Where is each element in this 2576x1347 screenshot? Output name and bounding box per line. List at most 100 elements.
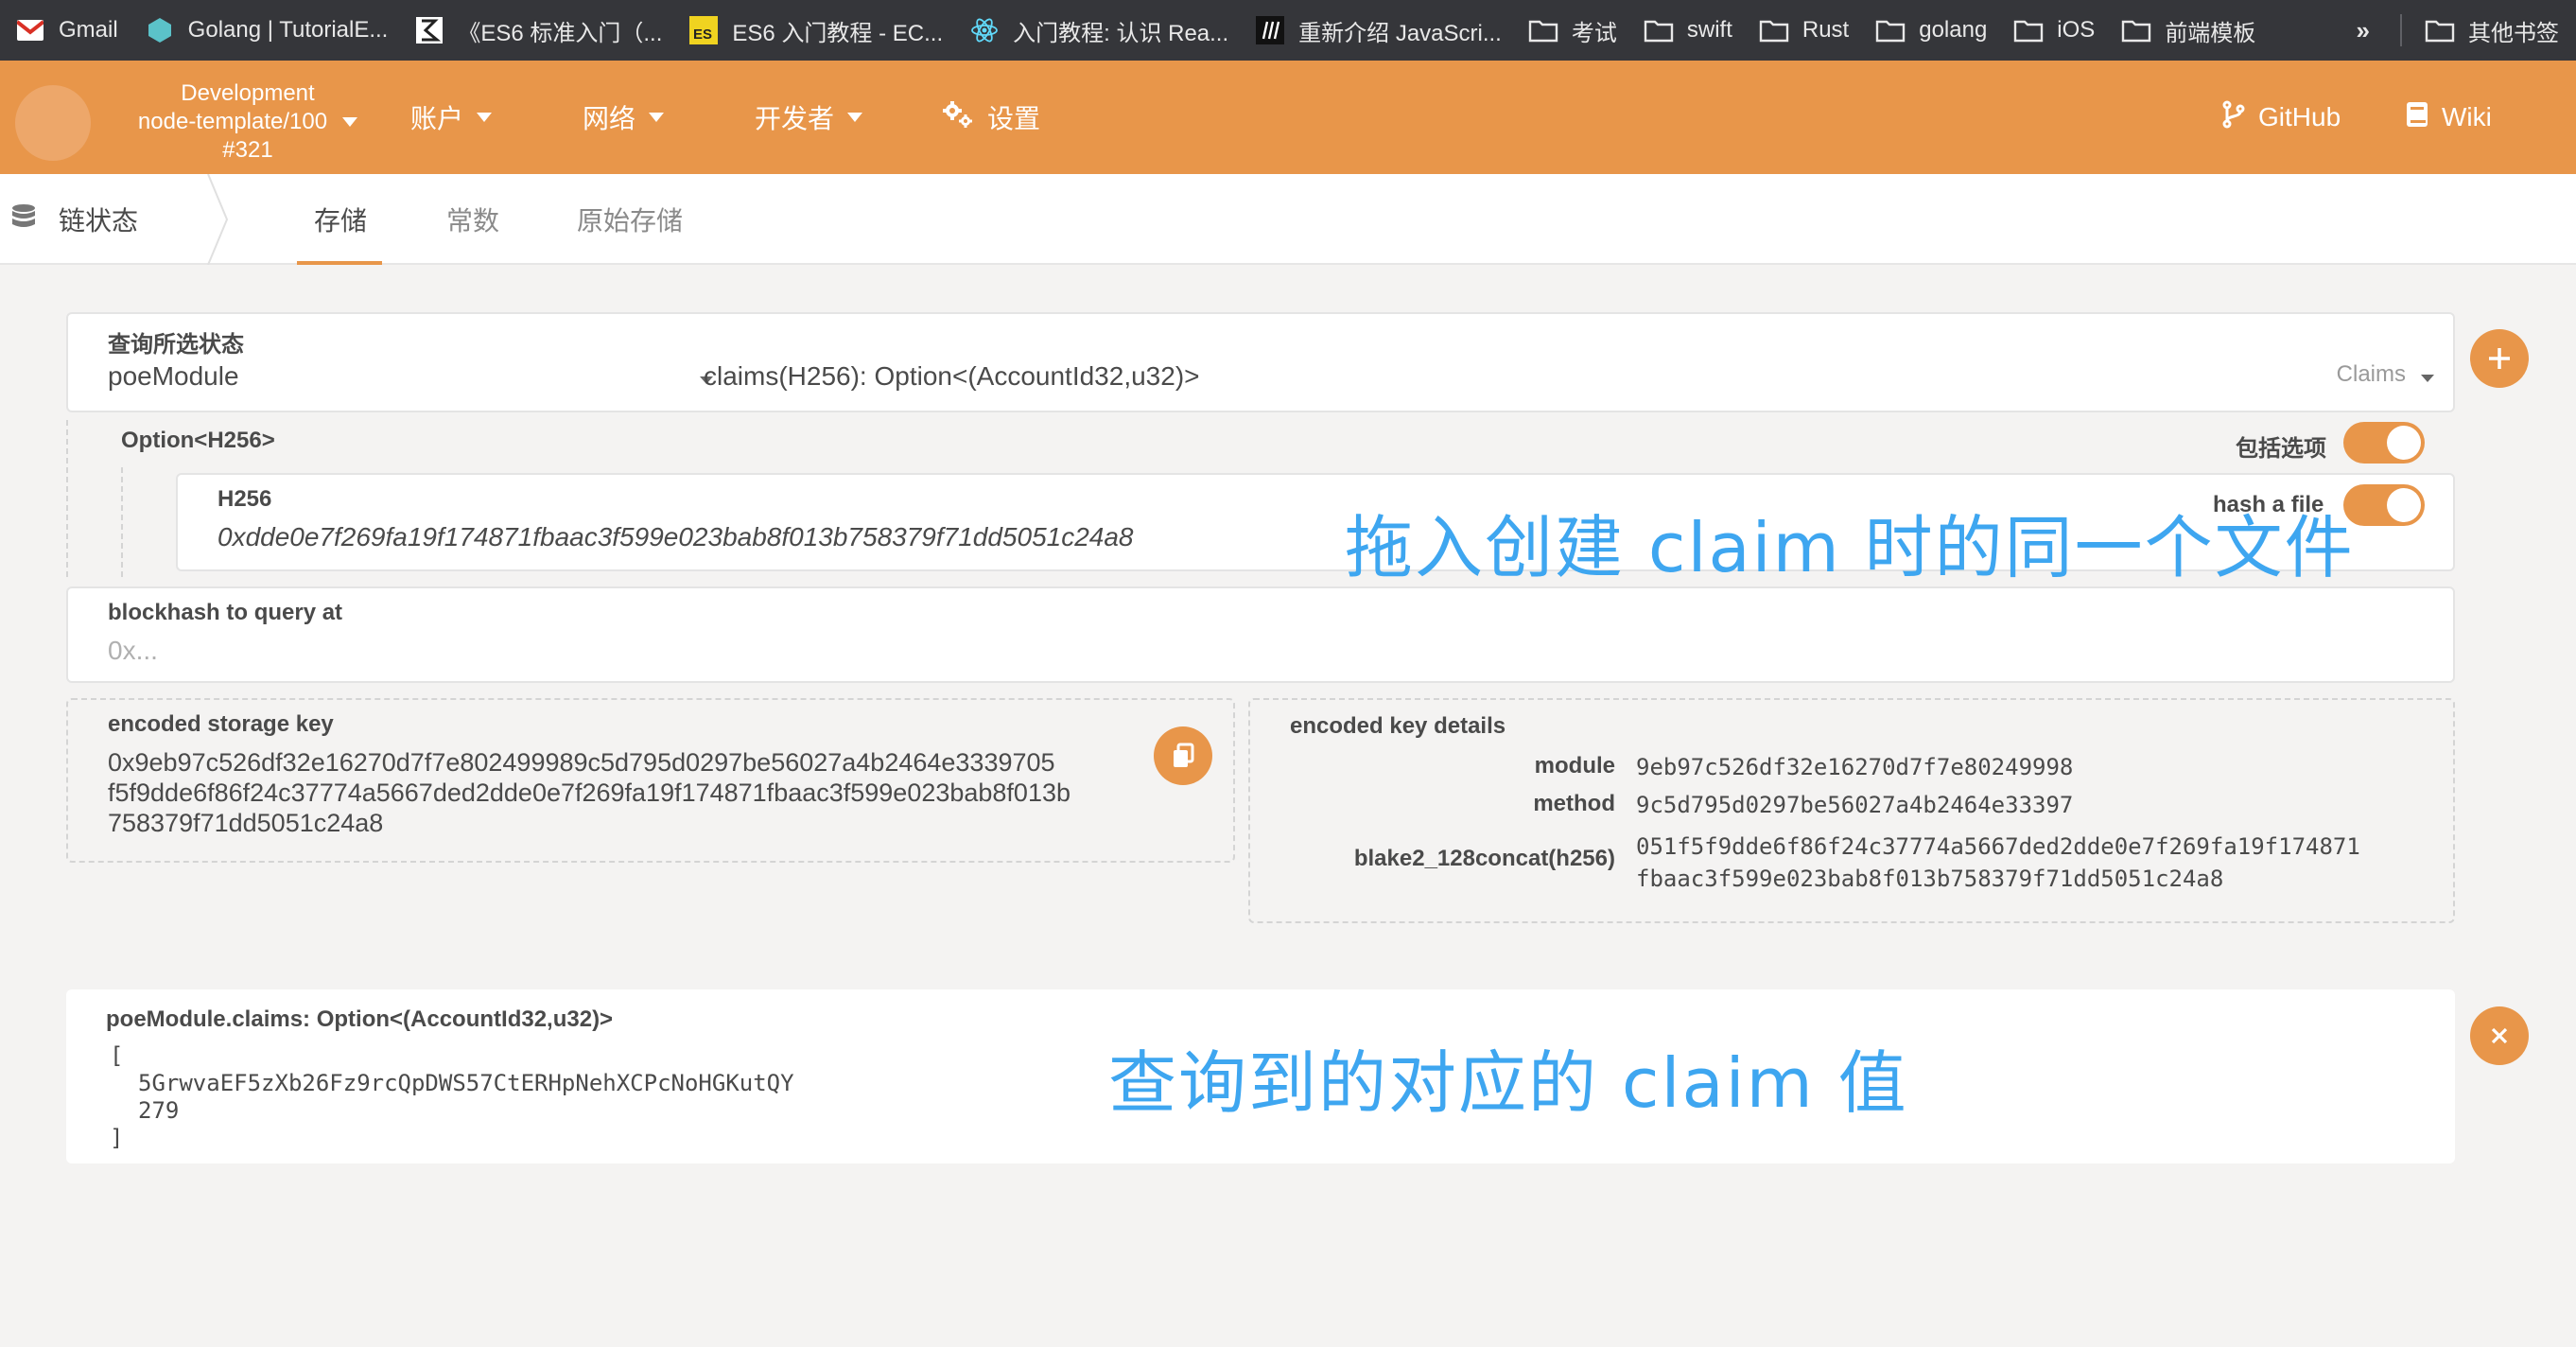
bookmarks-bar: Gmail Golang | TutorialE... 《ES6 标准入门（..… bbox=[0, 0, 2576, 61]
method-short-label: Claims bbox=[2336, 361, 2406, 387]
module-value: 9eb97c526df32e16270d7f7e80249998 bbox=[1636, 754, 2074, 780]
encoded-key-value: 0x9eb97c526df32e16270d7f7e802499989c5d79… bbox=[108, 748, 1070, 837]
mdn-icon bbox=[1255, 15, 1285, 45]
chain-logo[interactable] bbox=[15, 85, 91, 161]
chevron-down-icon bbox=[2421, 375, 2434, 382]
bookmark-react[interactable]: 入门教程: 认识 Rea... bbox=[960, 0, 1245, 61]
bookmarks-divider bbox=[2400, 14, 2402, 46]
toggle-knob bbox=[2387, 426, 2421, 460]
folder-icon bbox=[2013, 15, 2044, 45]
database-icon bbox=[11, 203, 36, 236]
nested-param-guide-line bbox=[121, 467, 125, 577]
blockhash-card: blockhash to query at 0x... bbox=[66, 586, 2455, 683]
h256-label: H256 bbox=[218, 486, 272, 512]
node-version: node-template/100 bbox=[137, 109, 328, 134]
remove-query-button[interactable] bbox=[2470, 1006, 2529, 1065]
section-chain-state[interactable]: 链状态 bbox=[11, 174, 138, 265]
gmail-icon bbox=[15, 15, 45, 45]
plus-icon bbox=[2489, 348, 2510, 369]
nav-accounts[interactable]: 账户 bbox=[410, 61, 493, 174]
folder-icon bbox=[2121, 15, 2151, 45]
key-details-card: encoded key details module 9eb97c526df32… bbox=[1248, 698, 2455, 923]
include-option-toggle[interactable] bbox=[2343, 422, 2425, 464]
close-icon bbox=[2491, 1027, 2508, 1044]
app-header: Development node-template/100 #321 账户 网络… bbox=[0, 61, 2576, 174]
folder-icon bbox=[1528, 15, 1558, 45]
chain-selector[interactable]: Development node-template/100 #321 bbox=[112, 79, 384, 165]
add-query-button[interactable] bbox=[2470, 329, 2529, 388]
block-number: #321 bbox=[222, 137, 273, 163]
bookmark-other[interactable]: 其他书签 bbox=[2415, 0, 2576, 61]
toggle-knob bbox=[2387, 488, 2421, 522]
folder-icon bbox=[1644, 15, 1674, 45]
bookmark-folder-rust[interactable]: Rust bbox=[1749, 0, 1866, 61]
encoded-key-label: encoded storage key bbox=[108, 711, 334, 737]
option-param-label: Option<H256> bbox=[121, 428, 275, 453]
hasher-value: 051f5f9dde6f86f24c37774a5667ded2dde0e7f2… bbox=[1636, 833, 2360, 892]
chain-name: Development bbox=[181, 80, 315, 106]
encoded-key-card: encoded storage key 0x9eb97c526df32e1627… bbox=[66, 698, 1235, 863]
bookmark-golang-tutorial[interactable]: Golang | TutorialE... bbox=[135, 0, 406, 61]
method-value: 9c5d795d0297be56027a4b2464e33397 bbox=[1636, 792, 2074, 818]
es-icon: ES bbox=[688, 15, 719, 45]
chevron-down-icon bbox=[847, 113, 863, 122]
query-selection-card: 查询所选状态 poeModule claims(H256): Option<(A… bbox=[66, 312, 2455, 412]
query-title: 查询所选状态 bbox=[108, 332, 244, 358]
param-guide-line bbox=[66, 420, 70, 577]
bookmarks-overflow-button[interactable]: » bbox=[2340, 16, 2387, 45]
breadcrumb-separator-icon bbox=[207, 174, 229, 265]
key-details-label: encoded key details bbox=[1290, 713, 1506, 739]
bookmark-folder-exam[interactable]: 考试 bbox=[1519, 0, 1634, 61]
claim-owner-account: 5GrwvaEF5zXb26Fz9rcQpDWS57CtERHpNehXCPcN… bbox=[138, 1070, 794, 1096]
git-branch-icon bbox=[2222, 100, 2245, 135]
copy-icon bbox=[1174, 743, 1194, 767]
nav-settings[interactable]: 设置 bbox=[942, 61, 1040, 174]
include-option-label: 包括选项 bbox=[2236, 436, 2326, 462]
copy-button[interactable] bbox=[1154, 726, 1212, 785]
gears-icon bbox=[942, 100, 974, 135]
hasher-key: blake2_128concat(h256) bbox=[1353, 846, 1615, 871]
bookmark-mdn[interactable]: 重新介绍 JavaScri... bbox=[1245, 0, 1519, 61]
method-key: method bbox=[1533, 791, 1615, 816]
golang-tutorial-icon bbox=[145, 15, 175, 45]
tab-raw-storage[interactable]: 原始存储 bbox=[577, 174, 683, 265]
bookmark-es6-book[interactable]: 《ES6 标准入门（... bbox=[405, 0, 679, 61]
nav-network[interactable]: 网络 bbox=[583, 61, 665, 174]
blockhash-label: blockhash to query at bbox=[108, 600, 343, 625]
wiki-link[interactable]: Wiki bbox=[2406, 61, 2492, 174]
chevron-down-icon bbox=[477, 113, 493, 122]
annotation-claim-value: 查询到的对应的 claim 值 bbox=[1108, 1043, 1908, 1123]
blockhash-input[interactable]: 0x... bbox=[108, 636, 158, 666]
module-key: module bbox=[1534, 753, 1615, 778]
method-select[interactable]: claims(H256): Option<(AccountId32,u32)> … bbox=[704, 361, 2434, 399]
result-value: [ 5GrwvaEF5zXb26Fz9rcQpDWS57CtERHpNehXCP… bbox=[110, 1042, 794, 1151]
bookmark-folder-ios[interactable]: iOS bbox=[2004, 0, 2112, 61]
sub-nav: 链状态 存储 常数 原始存储 bbox=[0, 174, 2576, 265]
chevron-down-icon bbox=[649, 113, 665, 122]
chevron-down-icon bbox=[342, 117, 358, 127]
svg-text:ES: ES bbox=[693, 26, 712, 43]
react-icon bbox=[969, 15, 1000, 45]
bookmark-gmail[interactable]: Gmail bbox=[6, 0, 135, 61]
github-link[interactable]: GitHub bbox=[2222, 61, 2341, 174]
active-tab-indicator bbox=[297, 261, 382, 265]
bookmark-es6-tutorial[interactable]: ES ES6 入门教程 - EC... bbox=[679, 0, 960, 61]
bookmark-folder-swift[interactable]: swift bbox=[1634, 0, 1749, 61]
folder-icon bbox=[2425, 15, 2455, 45]
bookmark-folder-golang[interactable]: golang bbox=[1866, 0, 2004, 61]
module-select[interactable]: poeModule bbox=[108, 361, 713, 399]
tab-storage[interactable]: 存储 bbox=[314, 174, 367, 265]
bookmark-folder-frontend[interactable]: 前端模板 bbox=[2112, 0, 2272, 61]
tab-constants[interactable]: 常数 bbox=[446, 174, 499, 265]
es6-book-icon bbox=[414, 15, 444, 45]
book-icon bbox=[2406, 101, 2428, 134]
claim-block-number: 279 bbox=[138, 1097, 180, 1124]
hash-file-toggle[interactable] bbox=[2343, 484, 2425, 526]
annotation-drag-file: 拖入创建 claim 时的同一个文件 bbox=[1345, 508, 2355, 587]
section-label: 链状态 bbox=[59, 206, 139, 236]
h256-input[interactable]: 0xdde0e7f269fa19f174871fbaac3f599e023bab… bbox=[218, 522, 1134, 552]
folder-icon bbox=[1875, 15, 1906, 45]
result-label: poeModule.claims: Option<(AccountId32,u3… bbox=[106, 1006, 614, 1032]
nav-developer[interactable]: 开发者 bbox=[755, 61, 863, 174]
folder-icon bbox=[1759, 15, 1789, 45]
